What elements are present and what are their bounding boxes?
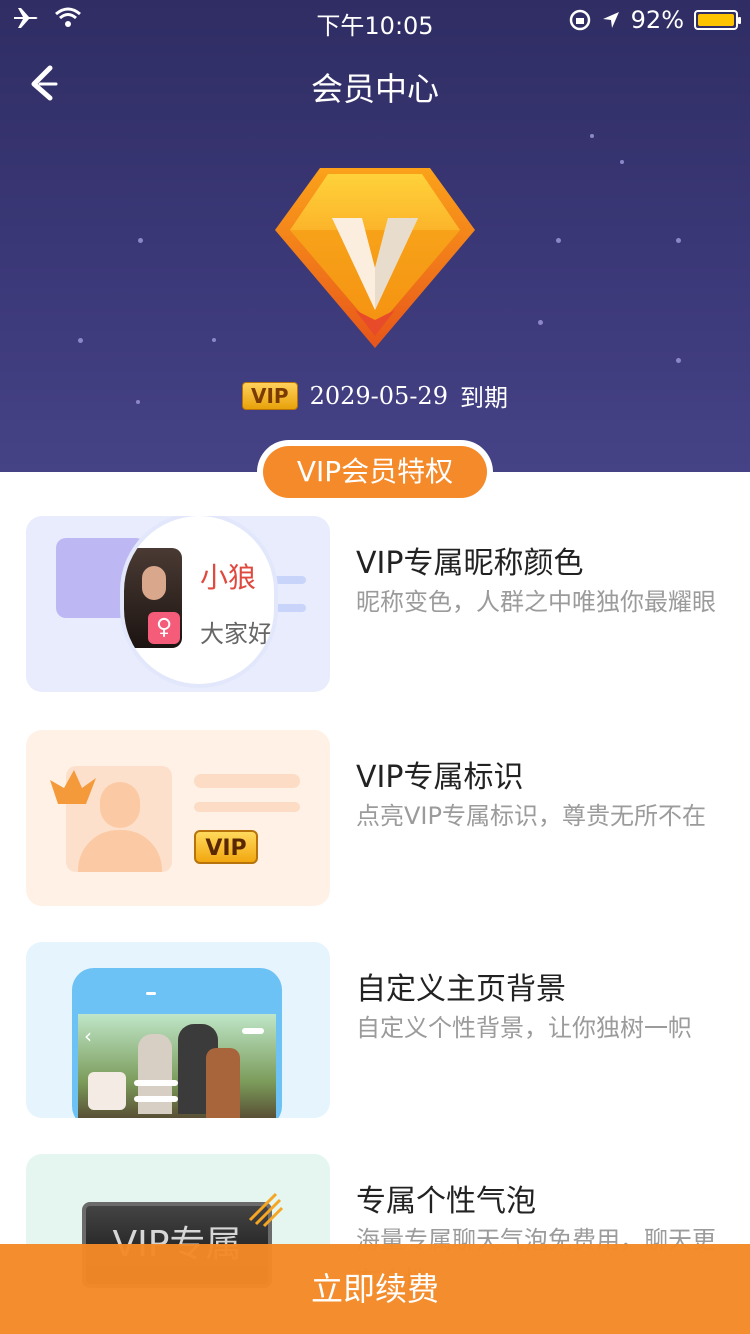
battery-icon (694, 10, 741, 30)
phone-mockup: ‹ (72, 968, 282, 1118)
feature-title: 自定义主页背景 (356, 972, 566, 1007)
background-preview-image: ‹ (78, 1014, 276, 1118)
vip-badge-sample: VIP (194, 830, 258, 864)
feature-title: 专属个性气泡 (356, 1184, 536, 1219)
status-bar: 下午10:05 92% (0, 0, 750, 40)
feature-card-background: ‹ (26, 942, 330, 1118)
feature-card-badge: VIP (26, 730, 330, 906)
nickname-magnifier: ♀ 小狼 大家好我 (124, 516, 274, 684)
battery-percent: 92% (630, 6, 684, 34)
feature-desc: 点亮VIP专属标识，尊贵无所不在 (356, 802, 706, 830)
feature-nickname-color[interactable]: ♀ 小狼 大家好我 VIP专属昵称颜色 昵称变色，人群之中唯独你最耀眼 (26, 516, 730, 692)
feature-title: VIP专属昵称颜色 (356, 546, 584, 581)
page-title: 会员中心 (310, 70, 439, 108)
feature-card-nickname: ♀ 小狼 大家好我 (26, 516, 330, 692)
section-title-pill: VIP会员特权 (257, 440, 493, 504)
feature-custom-background[interactable]: ‹ 自定义主页背景 自定义个性背景，让你独树一帜 (26, 942, 730, 1118)
sample-nickname: 小狼 (200, 561, 257, 594)
vip-diamond-icon (275, 168, 475, 348)
section-title: VIP会员特权 (263, 446, 487, 498)
back-arrow-icon: ‹ (84, 1024, 92, 1048)
feature-desc: 昵称变色，人群之中唯独你最耀眼 (356, 588, 716, 616)
renew-button[interactable]: 立即续费 (0, 1244, 750, 1334)
rotation-lock-icon (569, 9, 590, 31)
location-icon (602, 12, 619, 28)
vip-expire-row: VIP 2029-05-29 到期 (0, 378, 750, 413)
header-banner: 下午10:05 92% 会员中心 VIP 2029-05-29 到期 (0, 0, 750, 472)
sample-greeting: 大家好我 (200, 620, 274, 648)
crown-icon (50, 770, 96, 804)
feature-desc: 自定义个性背景，让你独树一帜 (356, 1014, 692, 1042)
expire-suffix: 到期 (459, 384, 508, 412)
expire-date: 2029-05-29 (309, 381, 448, 410)
female-icon: ♀ (148, 612, 180, 644)
feature-vip-badge[interactable]: VIP VIP专属标识 点亮VIP专属标识，尊贵无所不在 (26, 730, 730, 906)
feature-title: VIP专属标识 (356, 760, 524, 795)
vip-badge: VIP (242, 381, 298, 410)
sparkle-icon (248, 1192, 284, 1228)
